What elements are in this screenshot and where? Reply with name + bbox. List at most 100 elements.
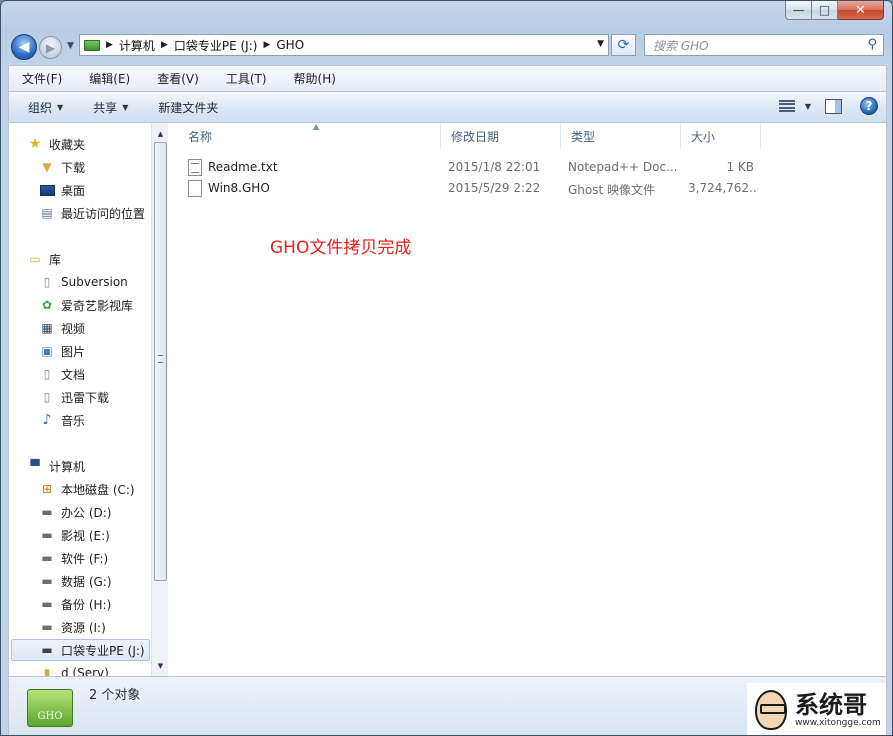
chevron-right-icon[interactable]: ▶ [161,40,168,50]
status-bar: GHO 2 个对象 系统哥 www.xitongge.com [8,676,887,735]
library-icon: ▭ [29,252,41,266]
document-icon: ▯ [43,275,51,289]
menu-edit[interactable]: 编辑(E) [82,70,137,87]
organize-button[interactable]: 组织 ▼ [17,99,74,116]
explorer-window: — □ ✕ ◀ ▶ ▼ ▶ 计算机 ▶ 口袋专业PE (J:) ▶ GHO ▼ … [0,0,893,736]
nav-favorites[interactable]: ★ 收藏夹 [27,133,151,155]
chevron-right-icon[interactable]: ▶ [263,40,270,50]
file-size: 1 KB [726,160,754,174]
refresh-button[interactable]: ⟳ [611,34,636,56]
nav-drive-f[interactable]: ▬ 软件 (F:) [39,547,151,569]
menu-bar: 文件(F) 编辑(E) 查看(V) 工具(T) 帮助(H) [8,65,887,91]
address-bar[interactable]: ▶ 计算机 ▶ 口袋专业PE (J:) ▶ GHO ▼ [79,34,609,56]
column-name[interactable]: 名称 ▲ [178,122,441,149]
organize-label: 组织 [28,100,53,115]
nav-desktop[interactable]: 桌面 [39,179,151,201]
column-size[interactable]: 大小 [681,123,761,149]
forward-button[interactable]: ▶ [39,36,62,59]
search-input[interactable]: 搜索 GHO ⚲ [644,34,884,56]
nav-drive-g[interactable]: ▬ 数据 (G:) [39,570,151,592]
gho-file-icon [188,180,202,197]
breadcrumb-computer[interactable]: 计算机 [119,37,155,54]
nav-libraries[interactable]: ▭ 库 [27,248,151,270]
command-bar: 组织 ▼ 共享 ▼ 新建文件夹 ▼ ? [8,91,887,123]
nav-network-share[interactable]: ▮ d (Serv) [39,662,151,676]
download-folder-icon: ▼ [42,160,52,174]
nav-videos[interactable]: ▦ 视频 [39,317,151,339]
nav-music[interactable]: ♪ 音乐 [39,409,151,431]
file-list: 名称 ▲ 修改日期 类型 大小 Readme.txt 2015/1/8 22:0… [168,122,888,676]
nav-recent-places[interactable]: ▤ 最近访问的位置 [39,202,151,224]
chevron-right-icon[interactable]: ▶ [106,40,113,50]
explorer-body: ★ 收藏夹 ▼ 下载 桌面 ▤ 最近访问的位置 ▭ 库 ▯ Subversion ✿ 爱奇艺… [8,122,888,676]
scroll-up-icon[interactable]: ▲ [153,126,168,141]
breadcrumb-drive[interactable]: 口袋专业PE (J:) [174,37,258,54]
menu-tools[interactable]: 工具(T) [219,70,274,87]
minimize-button[interactable]: — [785,1,812,20]
nav-iqiyi-library[interactable]: ✿ 爱奇艺影视库 [39,294,151,316]
nav-subversion[interactable]: ▯ Subversion [39,271,151,293]
search-icon[interactable]: ⚲ [867,37,877,52]
file-type: Notepad++ Doc... [568,160,676,174]
video-icon: ▦ [41,321,53,335]
file-row-win8-gho[interactable]: Win8.GHO 2015/5/29 2:22 Ghost 映像文件 3,724… [168,178,768,199]
computer-icon: ▀ [30,459,40,473]
nav-pictures[interactable]: ▣ 图片 [39,340,151,362]
navigation-scrollbar[interactable]: ▲ ▼ [151,123,168,676]
drive-icon: ▬ [41,597,53,611]
menu-help[interactable]: 帮助(H) [287,70,343,87]
nav-computer[interactable]: ▀ 计算机 [27,455,151,477]
share-button[interactable]: 共享 ▼ [82,99,139,116]
nav-xunlei-downloads[interactable]: ▯ 迅雷下载 [39,386,151,408]
close-button[interactable]: ✕ [838,1,884,20]
mascot-icon [755,689,787,730]
folder-gho-icon: GHO [27,689,73,727]
file-name: Readme.txt [208,160,278,174]
nav-drive-e[interactable]: ▬ 影视 (E:) [39,524,151,546]
scroll-thumb[interactable] [154,142,167,581]
file-row-readme[interactable]: Readme.txt 2015/1/8 22:01 Notepad++ Doc.… [168,157,768,178]
arrow-right-icon: ▶ [45,40,56,55]
column-type[interactable]: 类型 [561,123,681,149]
column-date-modified[interactable]: 修改日期 [441,123,561,149]
help-icon[interactable]: ? [860,97,878,115]
system-drive-icon: ⊞ [41,482,53,496]
nav-drive-c[interactable]: ⊞ 本地磁盘 (C:) [39,478,151,500]
nav-drive-d[interactable]: ▬ 办公 (D:) [39,501,151,523]
back-button[interactable]: ◀ [11,34,37,60]
file-type: Ghost 映像文件 [568,183,656,197]
recent-places-icon: ▤ [41,206,53,220]
desktop-icon [39,183,55,197]
preview-pane-icon[interactable] [825,98,842,114]
chevron-down-icon: ▼ [57,102,64,112]
drive-icon: ▬ [41,505,53,519]
nav-documents[interactable]: ▯ 文档 [39,363,151,385]
nav-drive-i[interactable]: ▬ 资源 (I:) [39,616,151,638]
arrow-left-icon: ◀ [18,39,30,55]
nav-drive-h[interactable]: ▬ 备份 (H:) [39,593,151,615]
chevron-down-icon: ▼ [122,102,129,112]
recent-pages-dropdown[interactable]: ▼ [67,41,74,51]
nav-downloads[interactable]: ▼ 下载 [39,156,151,178]
view-controls: ▼ ? [778,97,878,115]
logo-url: www.xitongge.com [795,717,881,728]
network-folder-icon: ▮ [43,666,51,676]
drive-icon [84,39,100,51]
sort-ascending-icon: ▲ [313,122,320,131]
copy-complete-notice: GHO文件拷贝完成 [270,238,412,258]
breadcrumb-folder[interactable]: GHO [276,38,304,52]
new-folder-button[interactable]: 新建文件夹 [147,99,229,116]
views-dropdown-icon[interactable]: ▼ [805,102,811,111]
address-dropdown-icon[interactable]: ▼ [597,39,604,49]
star-icon: ★ [28,136,42,152]
scroll-down-icon[interactable]: ▼ [153,658,168,673]
views-icon[interactable] [778,100,795,112]
maximize-button[interactable]: □ [812,1,838,20]
file-date: 2015/1/8 22:01 [448,160,541,174]
picture-icon: ▣ [41,344,53,358]
drive-icon: ▬ [41,551,53,565]
menu-file[interactable]: 文件(F) [15,70,69,87]
nav-drive-j[interactable]: ▬ 口袋专业PE (J:) [11,639,150,661]
watermark-logo: 系统哥 www.xitongge.com [747,683,886,735]
menu-view[interactable]: 查看(V) [150,70,206,87]
